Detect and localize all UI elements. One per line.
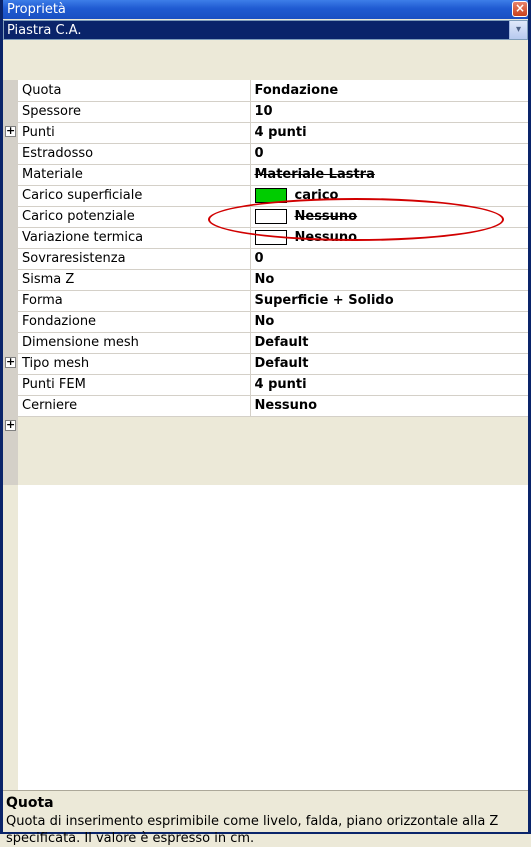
properties-window: Proprietà × Piastra C.A. ▾ Quota Fondazi… (0, 0, 531, 846)
property-value-text: Nessuno (294, 209, 358, 224)
close-button[interactable]: × (512, 1, 528, 17)
property-value[interactable]: 4 punti (250, 374, 528, 396)
table-row[interactable]: Spessore 10 (18, 101, 528, 123)
chevron-down-icon[interactable]: ▾ (509, 21, 527, 39)
table-row[interactable]: Materiale Materiale Lastra (18, 164, 528, 186)
property-value[interactable]: 0 (250, 143, 528, 165)
window-title: Proprietà (7, 2, 66, 17)
property-name: Fondazione (18, 311, 251, 333)
color-swatch (254, 230, 287, 245)
property-grid: Quota Fondazione Spessore 10 Punti 4 pun… (18, 80, 528, 417)
property-value[interactable]: 10 (250, 101, 528, 123)
property-name: Estradosso (18, 143, 251, 165)
property-name: Materiale (18, 164, 251, 186)
property-value-color[interactable]: Nessuno (250, 206, 528, 228)
color-swatch (254, 188, 287, 203)
table-row[interactable]: Punti 4 punti (18, 122, 528, 144)
description-panel: Quota Quota di inserimento esprimibile c… (3, 790, 528, 846)
table-row[interactable]: Fondazione No (18, 311, 528, 333)
property-value[interactable]: Default (250, 332, 528, 354)
expand-icon[interactable]: + (5, 356, 16, 368)
table-row[interactable]: Sisma Z No (18, 269, 528, 291)
property-name: Cerniere (18, 395, 251, 417)
property-value[interactable]: 4 punti (250, 122, 528, 144)
property-value[interactable]: Materiale Lastra (250, 164, 528, 186)
property-name: Carico superficiale (18, 185, 251, 207)
property-name: Spessore (18, 101, 251, 123)
property-value[interactable]: No (250, 311, 528, 333)
table-row[interactable]: Cerniere Nessuno (18, 395, 528, 417)
property-value[interactable]: No (250, 269, 528, 291)
property-value-text: Nessuno (294, 230, 358, 245)
table-row[interactable]: Carico superficiale carico (18, 185, 528, 207)
table-row[interactable]: Dimensione mesh Default (18, 332, 528, 354)
property-value[interactable]: Superficie + Solido (250, 290, 528, 312)
property-name: Sovraresistenza (18, 248, 251, 270)
property-name: Forma (18, 290, 251, 312)
property-value-color[interactable]: Nessuno (250, 227, 528, 249)
property-value[interactable]: 0 (250, 248, 528, 270)
property-name: Variazione termica (18, 227, 251, 249)
table-row[interactable]: Tipo mesh Default (18, 353, 528, 375)
description-title: Quota (6, 795, 54, 811)
color-swatch (254, 209, 287, 224)
property-name: Punti (18, 122, 251, 144)
expand-icon[interactable]: + (5, 419, 16, 431)
table-row[interactable]: Forma Superficie + Solido (18, 290, 528, 312)
title-bar[interactable]: Proprietà × (3, 0, 528, 19)
property-value[interactable]: Default (250, 353, 528, 375)
table-row[interactable]: Sovraresistenza 0 (18, 248, 528, 270)
table-row[interactable]: Estradosso 0 (18, 143, 528, 165)
table-row[interactable]: Quota Fondazione (18, 80, 528, 102)
property-value-text: carico (294, 188, 339, 203)
property-name: Sisma Z (18, 269, 251, 291)
table-row[interactable]: Carico potenziale Nessuno (18, 206, 528, 228)
table-row[interactable]: Variazione termica Nessuno (18, 227, 528, 249)
property-value[interactable]: Fondazione (250, 80, 528, 102)
property-value[interactable]: Nessuno (250, 395, 528, 417)
property-name: Dimensione mesh (18, 332, 251, 354)
property-name: Quota (18, 80, 251, 102)
expand-icon[interactable]: + (5, 125, 16, 137)
object-selector-value: Piastra C.A. (7, 23, 82, 38)
property-name: Carico potenziale (18, 206, 251, 228)
description-text: Quota di inserimento esprimibile come li… (6, 814, 499, 846)
grid-empty-area (18, 485, 528, 790)
property-name: Punti FEM (18, 374, 251, 396)
property-name: Tipo mesh (18, 353, 251, 375)
table-row[interactable]: Punti FEM 4 punti (18, 374, 528, 396)
object-selector[interactable]: Piastra C.A. ▾ (3, 20, 528, 40)
property-value-color[interactable]: carico (250, 185, 528, 207)
